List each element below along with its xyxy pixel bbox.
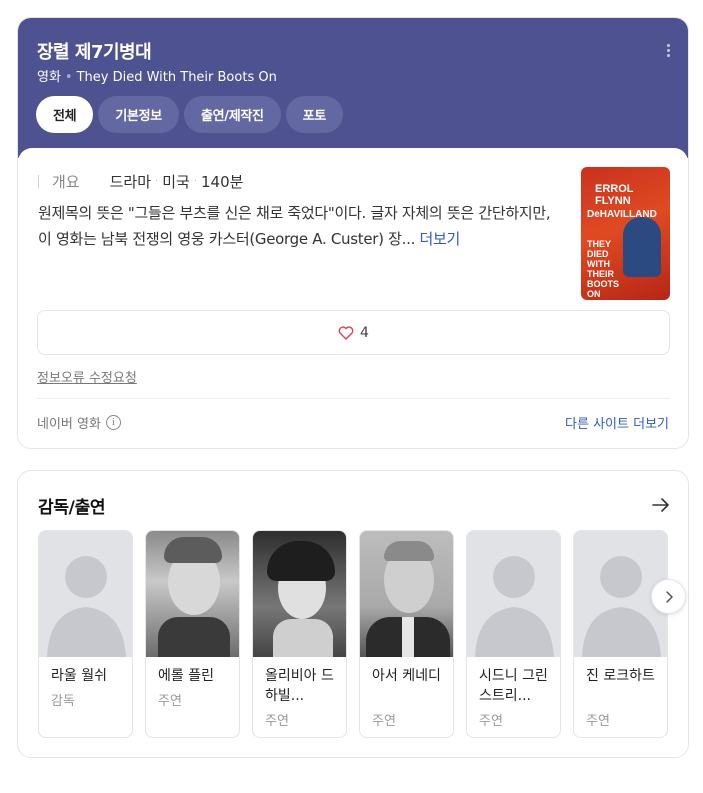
- person-photo: [253, 531, 346, 657]
- movie-poster[interactable]: ERROL FLYNN DeHAVILLAND THEY DIED WITH T…: [581, 167, 670, 300]
- cast-list: 라울 월쉬 감독 에롤 플린 주연 올리비아 드 하빌... 주연 아서 케네디…: [38, 530, 670, 739]
- divider-bar: [38, 175, 39, 188]
- tab-basic-info[interactable]: 기본정보: [98, 96, 179, 133]
- person-name: 시드니 그린스트리...: [479, 668, 548, 704]
- tab-all[interactable]: 전체: [36, 96, 94, 133]
- poster-text-1: ERROL FLYNN: [595, 183, 634, 207]
- source-label: 네이버 영화: [37, 417, 101, 432]
- person-placeholder: [39, 531, 132, 657]
- person-name: 올리비아 드 하빌...: [265, 668, 334, 704]
- movie-info-card: 장렬 제7기병대 영화 • They Died With Their Boots O…: [17, 17, 689, 449]
- info-icon[interactable]: i: [105, 415, 121, 430]
- heart-icon: [338, 325, 354, 340]
- person-photo: [146, 531, 239, 657]
- section-title: 감독/출연: [38, 498, 106, 518]
- poster-text-3: THEY DIED WITH THEIR BOOTS ON: [587, 239, 620, 299]
- other-sites-link[interactable]: 다른 사이트 더보기: [565, 413, 669, 432]
- read-more-link[interactable]: 더보기: [420, 230, 461, 248]
- person-photo: [360, 531, 453, 657]
- cast-card: 감독/출연 라울 월쉬 감독 에롤 플린 주연 올리비아 드 하빌... 주연 …: [17, 470, 689, 758]
- person-role: 주연: [586, 714, 610, 729]
- person-role: 주연: [372, 714, 396, 729]
- arrow-right-icon[interactable]: [652, 497, 670, 513]
- category-label: 영화: [37, 70, 61, 85]
- tab-photo[interactable]: 포토: [285, 96, 344, 133]
- cast-item[interactable]: 에롤 플린 주연: [145, 530, 240, 738]
- carousel-next-button[interactable]: [651, 579, 686, 614]
- person-name: 진 로크하트: [586, 668, 655, 684]
- report-error-link[interactable]: 정보오류 수정요청: [37, 367, 137, 386]
- cast-item[interactable]: 아서 케네디 주연: [359, 530, 454, 738]
- genre: 드라마: [109, 173, 152, 191]
- cast-item[interactable]: 시드니 그린스트리... 주연: [466, 530, 561, 738]
- more-vertical-icon[interactable]: [662, 44, 674, 60]
- separator-dot: ·: [193, 176, 197, 187]
- movie-subtitle: 영화 • They Died With Their Boots On: [37, 66, 277, 85]
- movie-description: 원제목의 뜻은 "그들은 부츠를 신은 채로 죽었다"이다. 글자 자체의 뜻은…: [38, 200, 568, 252]
- movie-header: 장렬 제7기병대 영화 • They Died With Their Boots O…: [18, 18, 688, 158]
- tab-cast-crew[interactable]: 출연/제작진: [183, 96, 281, 133]
- cast-item[interactable]: 올리비아 드 하빌... 주연: [252, 530, 347, 738]
- person-placeholder: [467, 531, 560, 657]
- country: 미국: [162, 173, 190, 191]
- separator-dot: •: [64, 70, 73, 85]
- overview-label: 개요: [52, 173, 80, 191]
- overview-summary: 개요 드라마 · 미국 · 140분: [38, 171, 243, 192]
- person-silhouette-icon: [47, 556, 126, 657]
- poster-text-2: DeHAVILLAND: [587, 209, 657, 220]
- overview-panel: 개요 드라마 · 미국 · 140분 원제목의 뜻은 "그들은 부츠를 신은 채…: [18, 148, 688, 448]
- separator-dot: ·: [155, 176, 159, 187]
- person-name: 라울 월쉬: [51, 668, 107, 684]
- description-text: 원제목의 뜻은 "그들은 부츠를 신은 채로 죽었다"이다. 글자 자체의 뜻은…: [38, 204, 551, 248]
- person-silhouette-icon: [475, 556, 554, 657]
- like-button[interactable]: 4: [37, 310, 670, 355]
- person-role: 주연: [158, 694, 182, 709]
- like-count: 4: [360, 324, 369, 341]
- runtime: 140분: [201, 173, 244, 191]
- original-title: They Died With Their Boots On: [76, 70, 277, 85]
- person-role: 감독: [51, 694, 75, 709]
- source-info: 네이버 영화 i: [37, 413, 121, 432]
- movie-title[interactable]: 장렬 제7기병대: [37, 38, 152, 64]
- divider: [37, 398, 670, 399]
- person-role: 주연: [265, 714, 289, 729]
- person-name: 에롤 플린: [158, 668, 214, 684]
- tab-bar: 전체 기본정보 출연/제작진 포토: [36, 96, 344, 133]
- cast-item[interactable]: 진 로크하트 주연: [573, 530, 668, 738]
- chevron-right-icon: [665, 590, 673, 603]
- person-name: 아서 케네디: [372, 668, 441, 684]
- cast-item[interactable]: 라울 월쉬 감독: [38, 530, 133, 738]
- person-role: 주연: [479, 714, 503, 729]
